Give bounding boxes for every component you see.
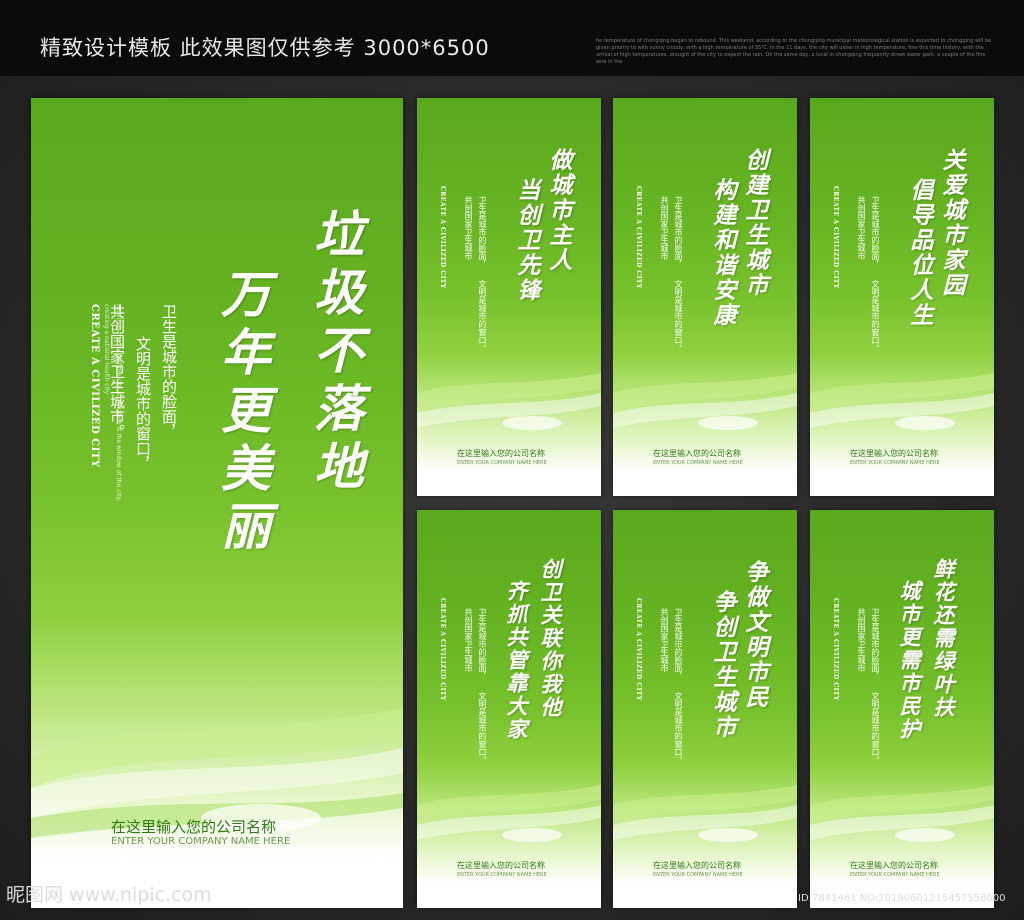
slogan-col-1: 鲜花还需绿叶扶 [931,558,956,719]
body-text-2: 文明是城市的窗口， [134,336,152,471]
body-text-1: 卫生是城市的脸面， [871,608,880,680]
company-name-en: ENTER YOUR COMPANY NAME HERE [457,872,547,878]
poster-small: 创卫关联你我他 齐抓共管靠大家 CREATE A CIVILIZED CITY … [417,510,601,908]
company-name-cn: 在这里输入您的公司名称 [111,818,277,836]
company-name-en: ENTER YOUR COMPANY NAME HERE [850,872,940,878]
watermark-left: 昵图网 www.nipic.com [6,884,212,906]
body-text-3: 文明是城市的窗口。 [478,280,487,352]
english-title: CREATE A CIVILIZED CITY [439,186,446,289]
slogan-col-1: 垃圾不落地 [306,208,365,498]
header-note: he temperature of chongqing began to reb… [596,38,991,65]
poster-main: 垃圾不落地 万年更美丽 卫生是城市的脸面， 文明是城市的窗口， 共创国家卫生城市… [31,98,403,908]
body-text-3: 文明是城市的窗口。 [674,280,683,352]
poster-small: 鲜花还需绿叶扶 城市更需市民护 CREATE A CIVILIZED CITY … [810,510,994,908]
body-text-1: 卫生是城市的脸面， [674,196,683,268]
slogan-col-2: 万年更美丽 [213,268,272,558]
body-text-2: 共创国家卫生城市 [464,608,473,672]
company-name-en: ENTER YOUR COMPANY NAME HERE [850,460,940,466]
slogan-col-1: 创卫关联你我他 [538,558,563,719]
slogan-col-1: 创建卫生城市 [741,148,768,298]
wave-decoration [613,373,797,430]
body-text-2: 共创国家卫生城市 [464,196,473,260]
wave-decoration [417,785,601,842]
body-text-2: 共创国家卫生城市 [857,196,866,260]
english-title: CREATE A CIVILIZED CITY [635,186,642,289]
wave-decoration [613,785,797,842]
slogan-col-2: 构建和谐安康 [709,178,736,328]
company-name-cn: 在这里输入您的公司名称 [850,861,938,870]
slogan-col-1: 关爱城市家园 [938,148,965,298]
wave-decoration [417,373,601,430]
company-name-en: ENTER YOUR COMPANY NAME HERE [653,872,743,878]
body-text-3: 文明是城市的窗口。 [674,692,683,764]
english-title: CREATE A CIVILIZED CITY [439,598,446,701]
body-text-3: 文明是城市的窗口。 [871,692,880,764]
company-name-cn: 在这里输入您的公司名称 [457,449,545,458]
wave-decoration [810,373,994,430]
english-title: CREATE A CIVILIZED CITY [832,186,839,289]
company-name-en: ENTER YOUR COMPANY NAME HERE [653,460,743,466]
poster-small: 做城市主人 当创卫先锋 CREATE A CIVILIZED CITY 卫生是城… [417,98,601,496]
company-name-en: ENTER YOUR COMPANY NAME HERE [111,836,291,847]
company-name-en: ENTER YOUR COMPANY NAME HERE [457,460,547,466]
poster-small: 争做文明市民 争创卫生城市 CREATE A CIVILIZED CITY 卫生… [613,510,797,908]
body-text-1: 卫生是城市的脸面， [160,304,178,439]
slogan-col-2: 当创卫先锋 [513,178,540,303]
wave-decoration [31,708,403,838]
english-title: CREATE A CIVILIZED CITY [635,598,642,701]
wave-decoration [810,785,994,842]
watermark-right: ID:7841461 NO:20190601215457558000 [798,893,1006,904]
body-text-2: 共创国家卫生城市 [857,608,866,672]
slogan-col-1: 争做文明市民 [741,560,768,710]
english-body-1: Health is the face of the city, civiliza… [115,304,122,502]
english-body-2: creating a national health city [103,304,110,395]
slogan-col-1: 做城市主人 [545,148,572,273]
english-title: CREATE A CIVILIZED CITY [89,304,100,468]
company-name-cn: 在这里输入您的公司名称 [850,449,938,458]
company-name-cn: 在这里输入您的公司名称 [653,861,741,870]
header-title: 精致设计模板 此效果图仅供参考 3000*6500 [40,36,490,60]
body-text-1: 卫生是城市的脸面， [478,608,487,680]
company-name-cn: 在这里输入您的公司名称 [457,861,545,870]
company-name-cn: 在这里输入您的公司名称 [653,449,741,458]
body-text-3: 文明是城市的窗口。 [478,692,487,764]
body-text-1: 卫生是城市的脸面， [871,196,880,268]
body-text-1: 卫生是城市的脸面， [674,608,683,680]
poster-small: 关爱城市家园 倡导品位人生 CREATE A CIVILIZED CITY 卫生… [810,98,994,496]
body-text-1: 卫生是城市的脸面， [478,196,487,268]
header-bar: 精致设计模板 此效果图仅供参考 3000*6500 he temperature… [0,0,1024,76]
slogan-col-2: 倡导品位人生 [906,178,933,328]
slogan-col-2: 城市更需市民护 [897,580,922,741]
poster-small: 创建卫生城市 构建和谐安康 CREATE A CIVILIZED CITY 卫生… [613,98,797,496]
slogan-col-2: 齐抓共管靠大家 [504,580,529,741]
slogan-col-2: 争创卫生城市 [709,590,736,740]
body-text-2: 共创国家卫生城市 [660,608,669,672]
body-text-2: 共创国家卫生城市 [660,196,669,260]
body-text-3: 文明是城市的窗口。 [871,280,880,352]
english-title: CREATE A CIVILIZED CITY [832,598,839,701]
